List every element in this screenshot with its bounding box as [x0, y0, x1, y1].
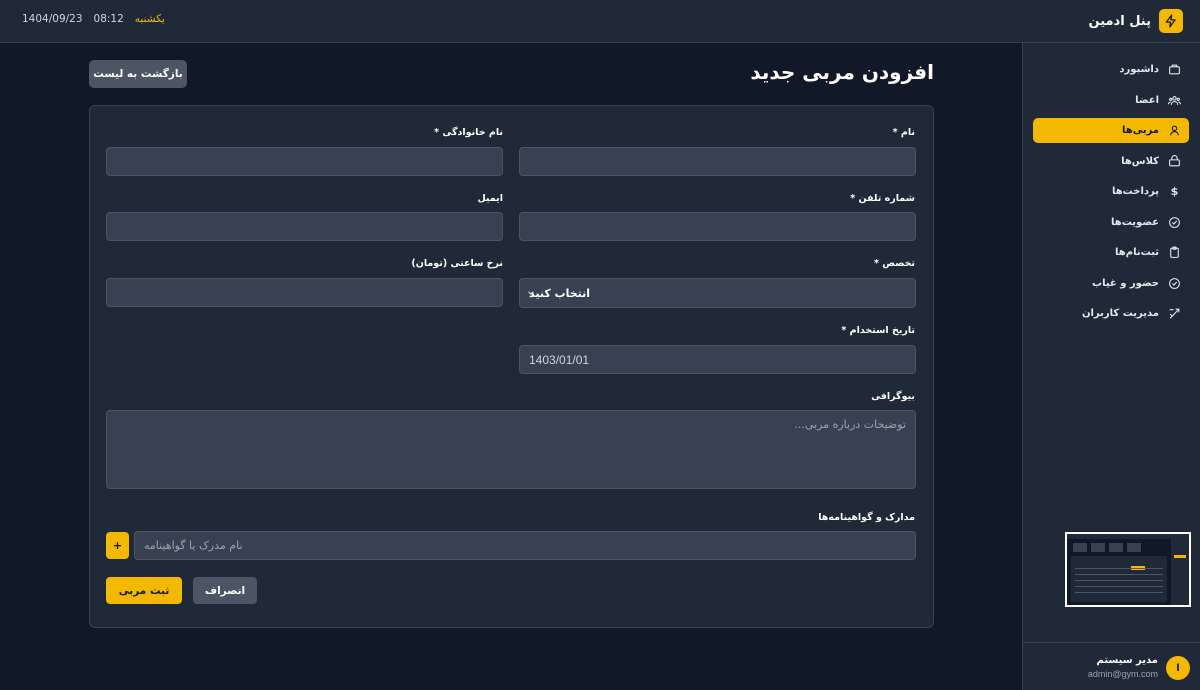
user-settings-icon [1168, 307, 1181, 320]
sidebar-item-label: اعضا [1135, 94, 1159, 106]
sidebar-item-label: حضور و غیاب [1092, 277, 1159, 289]
check-circle-icon [1168, 277, 1181, 290]
sidebar-item-dashboard[interactable]: داشبورد [1033, 57, 1189, 82]
sidebar-item-payments[interactable]: $ پرداخت‌ها [1033, 179, 1189, 204]
sidebar-item-label: کلاس‌ها [1121, 155, 1159, 167]
first-name-field[interactable] [519, 147, 916, 176]
current-time: 08:12 [93, 13, 124, 25]
back-to-list-button[interactable]: بازگشت به لیست [89, 60, 187, 88]
user-icon [1168, 124, 1181, 137]
avatar: ا [1166, 656, 1190, 680]
chevron-down-icon [528, 291, 534, 295]
specialty-select[interactable]: انتخاب کنید [519, 278, 916, 308]
class-icon [1168, 154, 1181, 168]
hourly-rate-label: نرخ ساعتی (تومان) [411, 258, 503, 269]
dollar-icon: $ [1170, 185, 1179, 198]
user-profile[interactable]: ا مدیر سیستم admin@gym.com [1022, 642, 1200, 690]
screen-thumbnail [1065, 532, 1191, 607]
bio-textarea[interactable]: توضیحات درباره مربی... [106, 410, 916, 489]
cancel-button[interactable]: انصراف [193, 577, 257, 604]
email-label: ایمیل [477, 193, 503, 204]
sidebar-item-classes[interactable]: کلاس‌ها [1033, 149, 1189, 174]
add-certificate-button[interactable]: + [106, 532, 129, 559]
user-name: مدیر سیستم [1096, 655, 1158, 666]
sidebar-item-user-management[interactable]: مدیریت کاربران [1033, 301, 1189, 326]
sidebar-item-attendance[interactable]: حضور و غیاب [1033, 271, 1189, 296]
submit-coach-button[interactable]: ثبت مربی [106, 577, 182, 604]
certificate-input[interactable]: نام مدرک یا گواهینامه [134, 531, 916, 560]
current-day: یکشنبه [134, 13, 165, 25]
hire-date-field[interactable]: 1403/01/01 [519, 345, 916, 374]
sidebar-item-coaches[interactable]: مربی‌ها [1033, 118, 1189, 143]
sidebar: داشبورد اعضا مربی‌ها کلاس‌ها $ پرداخت‌ها… [1022, 43, 1200, 690]
date-time: 1404/09/23 08:12 یکشنبه [22, 13, 165, 25]
top-bar: پنل ادمین 1404/09/23 08:12 یکشنبه [0, 0, 1200, 43]
sidebar-item-memberships[interactable]: عضویت‌ها [1033, 210, 1189, 235]
sidebar-item-label: پرداخت‌ها [1111, 186, 1159, 197]
sidebar-item-registrations[interactable]: ثبت‌نام‌ها [1033, 240, 1189, 265]
specialty-label: تخصص * [873, 258, 915, 269]
last-name-field[interactable] [106, 147, 503, 176]
phone-label: شماره تلفن * [850, 193, 915, 204]
sidebar-item-label: مربی‌ها [1122, 125, 1159, 136]
users-icon [1168, 94, 1181, 107]
sidebar-item-label: ثبت‌نام‌ها [1115, 247, 1159, 258]
phone-field[interactable] [519, 212, 916, 241]
specialty-selected-value: انتخاب کنید [529, 286, 591, 300]
current-date: 1404/09/23 [22, 13, 83, 25]
certificates-label: مدارک و گواهینامه‌ها [818, 512, 915, 523]
first-name-label: نام * [892, 127, 915, 138]
page-title: افزودن مربی جدید [750, 60, 934, 84]
sidebar-item-members[interactable]: اعضا [1033, 88, 1189, 113]
brand-title: پنل ادمین [1088, 13, 1152, 29]
sidebar-item-label: عضویت‌ها [1111, 216, 1159, 228]
sidebar-nav: داشبورد اعضا مربی‌ها کلاس‌ها $ پرداخت‌ها… [1033, 57, 1189, 332]
clipboard-icon [1168, 246, 1181, 259]
hourly-rate-field[interactable] [106, 278, 503, 307]
email-field[interactable] [106, 212, 503, 241]
last-name-label: نام خانوادگی * [434, 127, 503, 138]
bio-label: بیوگرافی [871, 391, 915, 402]
hire-date-label: تاریخ استخدام * [841, 325, 915, 336]
lightning-icon [1159, 9, 1183, 33]
brand: پنل ادمین [1088, 9, 1183, 33]
user-email: admin@gym.com [1087, 669, 1158, 679]
check-circle-icon [1168, 216, 1181, 229]
dashboard-icon [1168, 63, 1181, 76]
sidebar-item-label: مدیریت کاربران [1081, 308, 1159, 319]
sidebar-item-label: داشبورد [1119, 64, 1159, 75]
